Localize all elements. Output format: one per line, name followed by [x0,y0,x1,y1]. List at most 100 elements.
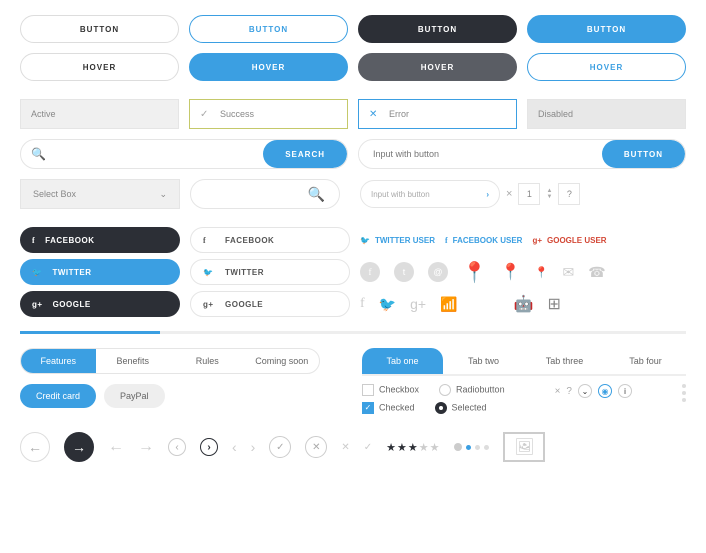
pin-blue-icon[interactable]: 📍 [501,262,521,282]
mail-circle-icon[interactable]: @ [428,262,448,282]
button-outline-blue[interactable]: BUTTON [189,15,348,43]
radio-unselected[interactable]: Radiobutton [439,384,505,396]
stepper-down-icon[interactable]: ▼ [546,194,552,200]
google-button-outline[interactable]: g+GOOGLE [190,291,350,317]
image-placeholder-icon: 🖼 [503,432,545,462]
twitter-icon[interactable]: 🐦 [379,296,396,313]
x-icon: ✕ [369,109,381,120]
check-icon: ✓ [200,109,212,120]
search-icon: 🔍 [21,147,56,161]
pagination-dots[interactable] [454,443,489,451]
twitter-button-blue[interactable]: 🐦TWITTER [20,259,180,285]
target-icon[interactable]: ◉ [598,384,612,398]
x-circle-icon[interactable]: ✕ [305,436,327,458]
search-icon: 🔍 [308,186,325,203]
twitter-user-link[interactable]: 🐦TWITTER USER [360,236,435,245]
help-box[interactable]: ? [558,183,580,205]
arrow-left-icon[interactable]: ← [108,438,124,456]
facebook-icon: f [32,236,35,245]
button-dark[interactable]: BUTTON [358,15,517,43]
star-rating[interactable]: ★★★★★ [386,441,440,454]
chevron-left-circle[interactable]: ‹ [168,438,186,456]
close-icon[interactable]: × [555,386,561,397]
google-user-link[interactable]: g+GOOGLE USER [532,236,606,245]
input-disabled: Disabled [527,99,686,129]
input-error[interactable]: ✕Error [358,99,517,129]
button-hover-gray[interactable]: HOVER [358,53,517,81]
x-small-icon[interactable]: ✕ [341,442,349,453]
button-blue[interactable]: BUTTON [527,15,686,43]
more-icon[interactable] [682,384,686,402]
chevron-right-icon[interactable]: › [251,439,256,455]
facebook-icon: f [203,236,215,245]
input-with-button[interactable] [359,149,602,159]
close-icon[interactable]: × [506,188,512,200]
phone-icon[interactable]: ☎ [588,264,605,281]
chevron-right-circle[interactable]: › [200,438,218,456]
search-input[interactable] [56,149,263,159]
twitter-circle-icon[interactable]: t [394,262,414,282]
help-icon[interactable]: ? [566,386,572,397]
chip-paypal[interactable]: PayPal [104,384,165,408]
twitter-icon: 🐦 [360,236,370,245]
twitter-button-outline[interactable]: 🐦TWITTER [190,259,350,285]
button-hover-blue[interactable]: HOVER [189,53,348,81]
button-default[interactable]: BUTTON [20,15,179,43]
radio-selected[interactable]: Selected [435,402,487,414]
google-plus-icon: g+ [532,236,542,245]
rss-icon[interactable]: 📶 [440,296,457,313]
select-box[interactable]: Select Box⌄ [20,179,180,209]
chevron-right-icon: › [486,190,489,199]
android-icon[interactable]: 🤖 [514,294,534,314]
tab-three[interactable]: Tab three [524,348,605,374]
search-group: 🔍 SEARCH [20,139,348,169]
input-success[interactable]: ✓Success [189,99,348,129]
check-circle-icon[interactable]: ✓ [269,436,291,458]
mail-icon[interactable]: ✉ [563,264,575,281]
chip-credit-card[interactable]: Credit card [20,384,96,408]
mini-input[interactable]: Input with button› [360,180,500,208]
google-plus-icon: g+ [203,300,215,309]
tab-features[interactable]: Features [21,349,96,373]
twitter-icon: 🐦 [203,268,215,277]
arrow-right-icon[interactable]: → [138,438,154,456]
progress-bar [20,331,686,334]
tab-one[interactable]: Tab one [362,348,443,374]
check-small-icon[interactable]: ✓ [364,442,372,453]
tab-two[interactable]: Tab two [443,348,524,374]
google-plus-icon: g+ [32,300,43,309]
facebook-button-dark[interactable]: fFACEBOOK [20,227,180,253]
button-hover-outline[interactable]: HOVER [527,53,686,81]
round-search[interactable]: 🔍 [190,179,340,209]
chevron-down-icon: ⌄ [159,189,167,200]
tab-rules[interactable]: Rules [170,349,245,373]
facebook-circle-icon[interactable]: f [360,262,380,282]
facebook-icon: f [445,236,448,245]
facebook-button-outline[interactable]: fFACEBOOK [190,227,350,253]
chevron-left-icon[interactable]: ‹ [232,439,237,455]
google-button-dark[interactable]: g+GOOGLE [20,291,180,317]
chevron-down-ring-icon[interactable]: ⌄ [578,384,592,398]
pill-tabs: Features Benefits Rules Coming soon [20,348,320,374]
pin-small-icon[interactable]: 📍 [535,266,549,279]
google-plus-icon[interactable]: g+ [410,296,426,312]
input-button-group: BUTTON [358,139,686,169]
prev-button[interactable]: ← [20,432,50,462]
windows-icon[interactable]: ⊞ [547,294,560,314]
next-button[interactable]: → [64,432,94,462]
facebook-icon[interactable]: f [360,296,365,312]
input-active[interactable]: Active [20,99,179,129]
main-tabs: Tab one Tab two Tab three Tab four [362,348,686,376]
info-icon[interactable]: i [618,384,632,398]
search-button[interactable]: SEARCH [263,140,347,168]
tab-coming-soon[interactable]: Coming soon [245,349,320,373]
pin-icon[interactable]: 📍 [462,260,487,285]
checkbox-checked[interactable]: ✓Checked [362,402,415,414]
checkbox-unchecked[interactable]: Checkbox [362,384,419,396]
input-button[interactable]: BUTTON [602,140,685,168]
facebook-user-link[interactable]: fFACEBOOK USER [445,236,522,245]
button-hover-default[interactable]: HOVER [20,53,179,81]
tab-benefits[interactable]: Benefits [96,349,171,373]
qty-box[interactable]: 1 [518,183,540,205]
tab-four[interactable]: Tab four [605,348,686,374]
